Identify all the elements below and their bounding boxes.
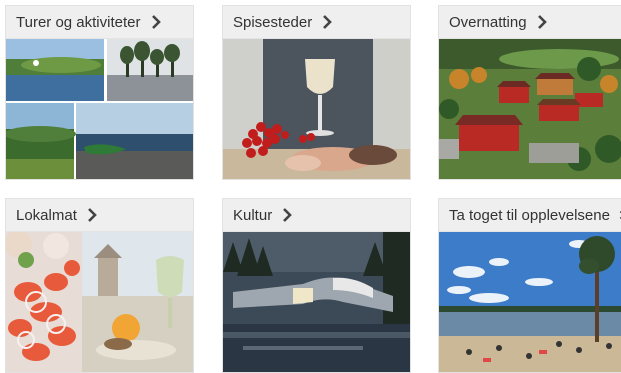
card-lokalmat[interactable]: Lokalmat — [5, 198, 194, 373]
card-title: Lokalmat — [16, 206, 77, 224]
culture-image[interactable] — [223, 232, 410, 372]
local-food-image[interactable] — [6, 232, 193, 372]
train-experiences-image[interactable] — [439, 232, 621, 372]
card-overnatting[interactable]: Overnatting — [438, 5, 621, 180]
card-turer-og-aktiviteter[interactable]: Turer og aktiviteter — [5, 5, 194, 180]
card-title: Ta toget til opplevelsene — [449, 206, 610, 224]
card-title: Overnatting — [449, 13, 527, 31]
card-header[interactable]: Spisesteder — [223, 6, 410, 39]
accommodation-image[interactable] — [439, 39, 621, 179]
card-header[interactable]: Lokalmat — [6, 199, 193, 232]
chevron-right-icon — [151, 15, 161, 29]
card-spisesteder[interactable]: Spisesteder — [222, 5, 411, 180]
restaurant-image[interactable] — [223, 39, 410, 179]
card-header[interactable]: Ta toget til opplevelsene — [439, 199, 621, 232]
card-ta-toget[interactable]: Ta toget til opplevelsene — [438, 198, 621, 373]
card-header[interactable]: Kultur — [223, 199, 410, 232]
activities-collage-image[interactable] — [6, 39, 193, 179]
chevron-right-icon — [537, 15, 547, 29]
card-title: Turer og aktiviteter — [16, 13, 141, 31]
chevron-right-icon — [283, 208, 293, 222]
chevron-right-icon — [87, 208, 97, 222]
card-kultur[interactable]: Kultur — [222, 198, 411, 373]
card-title: Spisesteder — [233, 13, 313, 31]
card-title: Kultur — [233, 206, 273, 224]
card-header[interactable]: Overnatting — [439, 6, 621, 39]
chevron-right-icon — [323, 15, 333, 29]
card-header[interactable]: Turer og aktiviteter — [6, 6, 193, 39]
